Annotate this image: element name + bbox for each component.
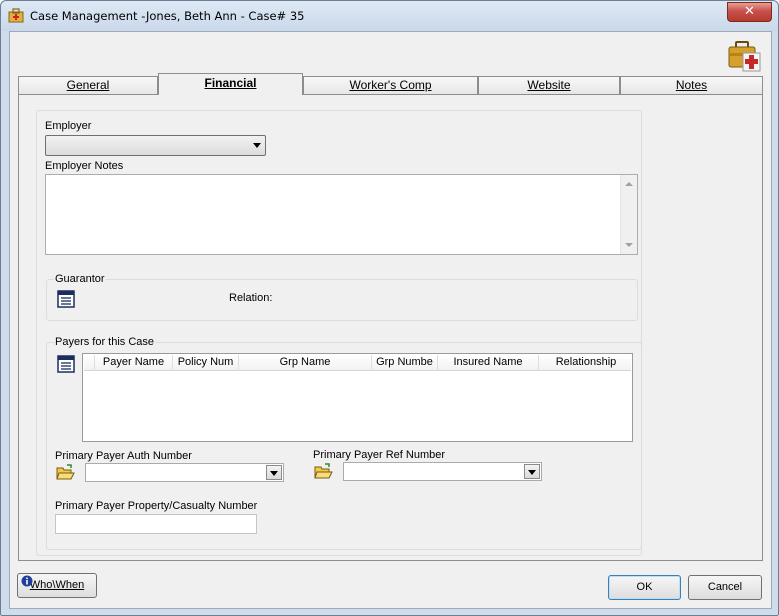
cancel-button[interactable]: Cancel xyxy=(688,575,762,600)
employer-dropdown[interactable] xyxy=(45,135,266,156)
tab-strip: General Financial Worker's Comp Website … xyxy=(18,73,763,95)
employer-notes-label: Employer Notes xyxy=(45,160,124,172)
column-header-grp-number[interactable]: Grp Numbe xyxy=(372,355,438,371)
primary-ref-dropdown[interactable] xyxy=(343,462,542,481)
chevron-down-icon xyxy=(253,143,261,148)
primary-ref-drop-button[interactable] xyxy=(524,464,540,479)
primary-ref-label: Primary Payer Ref Number xyxy=(313,449,446,461)
medical-toolbox-icon[interactable] xyxy=(728,40,762,72)
guarantor-group: Guarantor Relation: xyxy=(46,273,638,321)
tab-notes-label: Notes xyxy=(675,78,708,92)
title-bar: Case Management -Jones, Beth Ann - Case#… xyxy=(1,1,778,31)
primary-auth-dropdown[interactable] xyxy=(85,463,284,482)
tab-website[interactable]: Website xyxy=(478,76,620,95)
financial-tab-panel: Employer Employer Notes Guarantor Relati… xyxy=(18,94,763,561)
tab-financial-label: Financial xyxy=(204,76,257,90)
window-client-area: General Financial Worker's Comp Website … xyxy=(9,31,772,609)
guarantor-relation-label: Relation: xyxy=(229,292,273,304)
case-folder-icon xyxy=(8,8,24,23)
scroll-up-icon[interactable] xyxy=(625,182,633,186)
employer-notes-scrollbar[interactable] xyxy=(620,175,637,254)
who-when-label: Who\When xyxy=(29,579,85,591)
tab-workers-comp[interactable]: Worker's Comp xyxy=(303,76,478,95)
column-header-policy-num[interactable]: Policy Num xyxy=(173,355,239,371)
tab-notes[interactable]: Notes xyxy=(620,76,763,95)
employer-notes-textarea[interactable] xyxy=(45,174,638,255)
financial-content: Employer Employer Notes Guarantor Relati… xyxy=(36,110,642,556)
chevron-down-icon xyxy=(528,470,536,475)
column-header-grp-name[interactable]: Grp Name xyxy=(239,355,372,371)
info-icon xyxy=(21,573,33,596)
ok-label: OK xyxy=(636,581,653,593)
column-header-insured-name[interactable]: Insured Name xyxy=(438,355,539,371)
case-management-window: Case Management -Jones, Beth Ann - Case#… xyxy=(0,0,779,616)
tab-workers-comp-label: Worker's Comp xyxy=(349,78,432,92)
tab-general[interactable]: General xyxy=(18,76,158,95)
record-list-icon[interactable] xyxy=(56,289,76,309)
who-when-button[interactable]: Who\When xyxy=(17,573,97,598)
tab-website-label: Website xyxy=(527,78,571,92)
payers-title: Payers for this Case xyxy=(54,336,156,348)
column-header-payer-name[interactable]: Payer Name xyxy=(95,355,173,371)
ok-button[interactable]: OK xyxy=(608,575,681,600)
payers-grid[interactable]: Payer Name Policy Num Grp Name Grp Numbe… xyxy=(82,353,633,442)
close-icon: ✕ xyxy=(744,4,755,19)
chevron-down-icon xyxy=(270,471,278,476)
window-title: Case Management -Jones, Beth Ann - Case#… xyxy=(30,9,305,23)
tab-general-label: General xyxy=(66,78,110,92)
record-list-icon[interactable] xyxy=(56,354,76,374)
open-folder-icon[interactable] xyxy=(313,462,333,482)
guarantor-title: Guarantor xyxy=(54,273,106,285)
primary-auth-label: Primary Payer Auth Number xyxy=(55,450,192,462)
open-folder-icon[interactable] xyxy=(55,463,75,483)
employer-label: Employer xyxy=(45,120,92,132)
cancel-label: Cancel xyxy=(707,581,743,593)
tab-financial[interactable]: Financial xyxy=(158,73,303,95)
row-indicator-header xyxy=(84,355,95,371)
payers-group: Payers for this Case Payer Name Policy N… xyxy=(46,336,642,550)
property-casualty-input[interactable] xyxy=(55,514,257,534)
scroll-down-icon[interactable] xyxy=(625,243,633,247)
property-casualty-label: Primary Payer Property/Casualty Number xyxy=(55,500,258,512)
close-button[interactable]: ✕ xyxy=(727,2,772,22)
payers-grid-header: Payer Name Policy Num Grp Name Grp Numbe… xyxy=(84,355,631,371)
primary-auth-drop-button[interactable] xyxy=(266,465,282,480)
column-header-relationship[interactable]: Relationship xyxy=(539,355,633,371)
